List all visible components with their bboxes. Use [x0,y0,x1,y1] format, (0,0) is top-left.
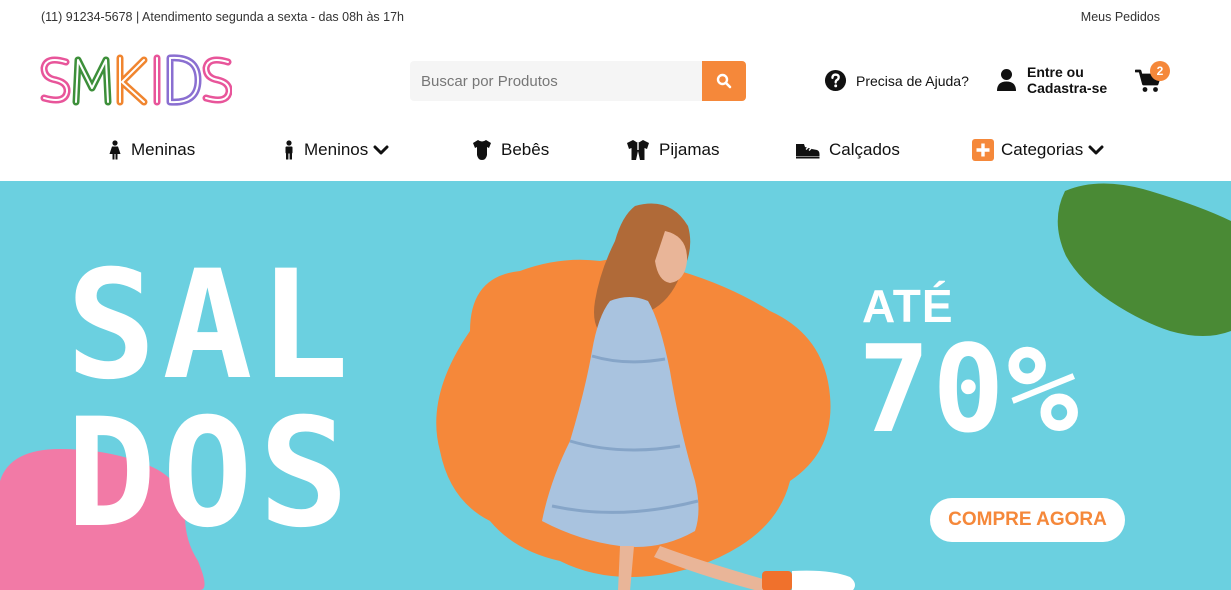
cart-count-badge: 2 [1150,61,1170,81]
account-label: Entre ou Cadastra-se [1027,64,1107,96]
nav-label: Calçados [829,140,900,159]
plus-square-icon [972,139,994,161]
account-link[interactable]: Entre ou Cadastra-se [996,64,1107,96]
search-input[interactable] [410,61,702,101]
sale-headline-line2: DOS [66,387,355,561]
green-blob [1057,183,1231,336]
nav-label: Pijamas [659,140,720,159]
nav-label: Meninas [131,140,196,159]
nav-item-meninos[interactable]: Meninos [283,132,389,168]
nav-label: Categorias [1001,140,1084,159]
pajama-icon [627,140,649,160]
account-label-line1: Entre ou [1027,64,1084,80]
account-label-line2: Cadastra-se [1027,80,1108,96]
nav-label: Bebês [501,140,550,159]
my-orders-link[interactable]: Meus Pedidos [1081,10,1160,24]
hero-banner[interactable]: SAL DOS ATÉ 70% COMPRE AGORA [0,181,1231,590]
nav-item-pijamas[interactable]: Pijamas [626,132,719,168]
girl-icon [109,140,121,160]
sale-headline-line1: SAL [66,239,355,413]
chevron-down-icon [1088,145,1104,155]
onesie-icon [473,140,491,160]
shop-now-button[interactable]: COMPRE AGORA [930,498,1125,542]
contact-info: (11) 91234-5678 | Atendimento segunda a … [41,10,404,24]
search-button[interactable] [702,61,746,101]
sale-headline: SAL DOS [66,239,355,561]
chevron-down-icon [373,145,389,155]
nav-item-meninas[interactable]: Meninas [108,132,195,168]
question-circle-icon [824,69,847,92]
search-icon [716,73,732,89]
top-bar: (11) 91234-5678 | Atendimento segunda a … [0,0,1231,36]
site-logo[interactable] [40,54,233,106]
nav-label: Meninos [304,140,369,159]
category-nav: Meninas Meninos Bebês Pijamas Calçados C… [0,132,1231,168]
user-icon [997,69,1016,91]
discount-percent: 70% [858,321,1081,460]
shoe-icon [796,144,820,159]
nav-item-calcados[interactable]: Calçados [795,132,900,168]
model-girl-image [542,203,855,590]
search-bar [410,61,746,101]
help-link[interactable]: Precisa de Ajuda? [824,69,969,92]
help-label: Precisa de Ajuda? [856,72,969,89]
logo-wordmark [40,54,233,106]
boy-icon [285,140,293,160]
nav-item-bebes[interactable]: Bebês [472,132,549,168]
nav-item-categorias[interactable]: Categorias [972,132,1104,168]
cart-button[interactable]: 2 [1135,61,1175,98]
